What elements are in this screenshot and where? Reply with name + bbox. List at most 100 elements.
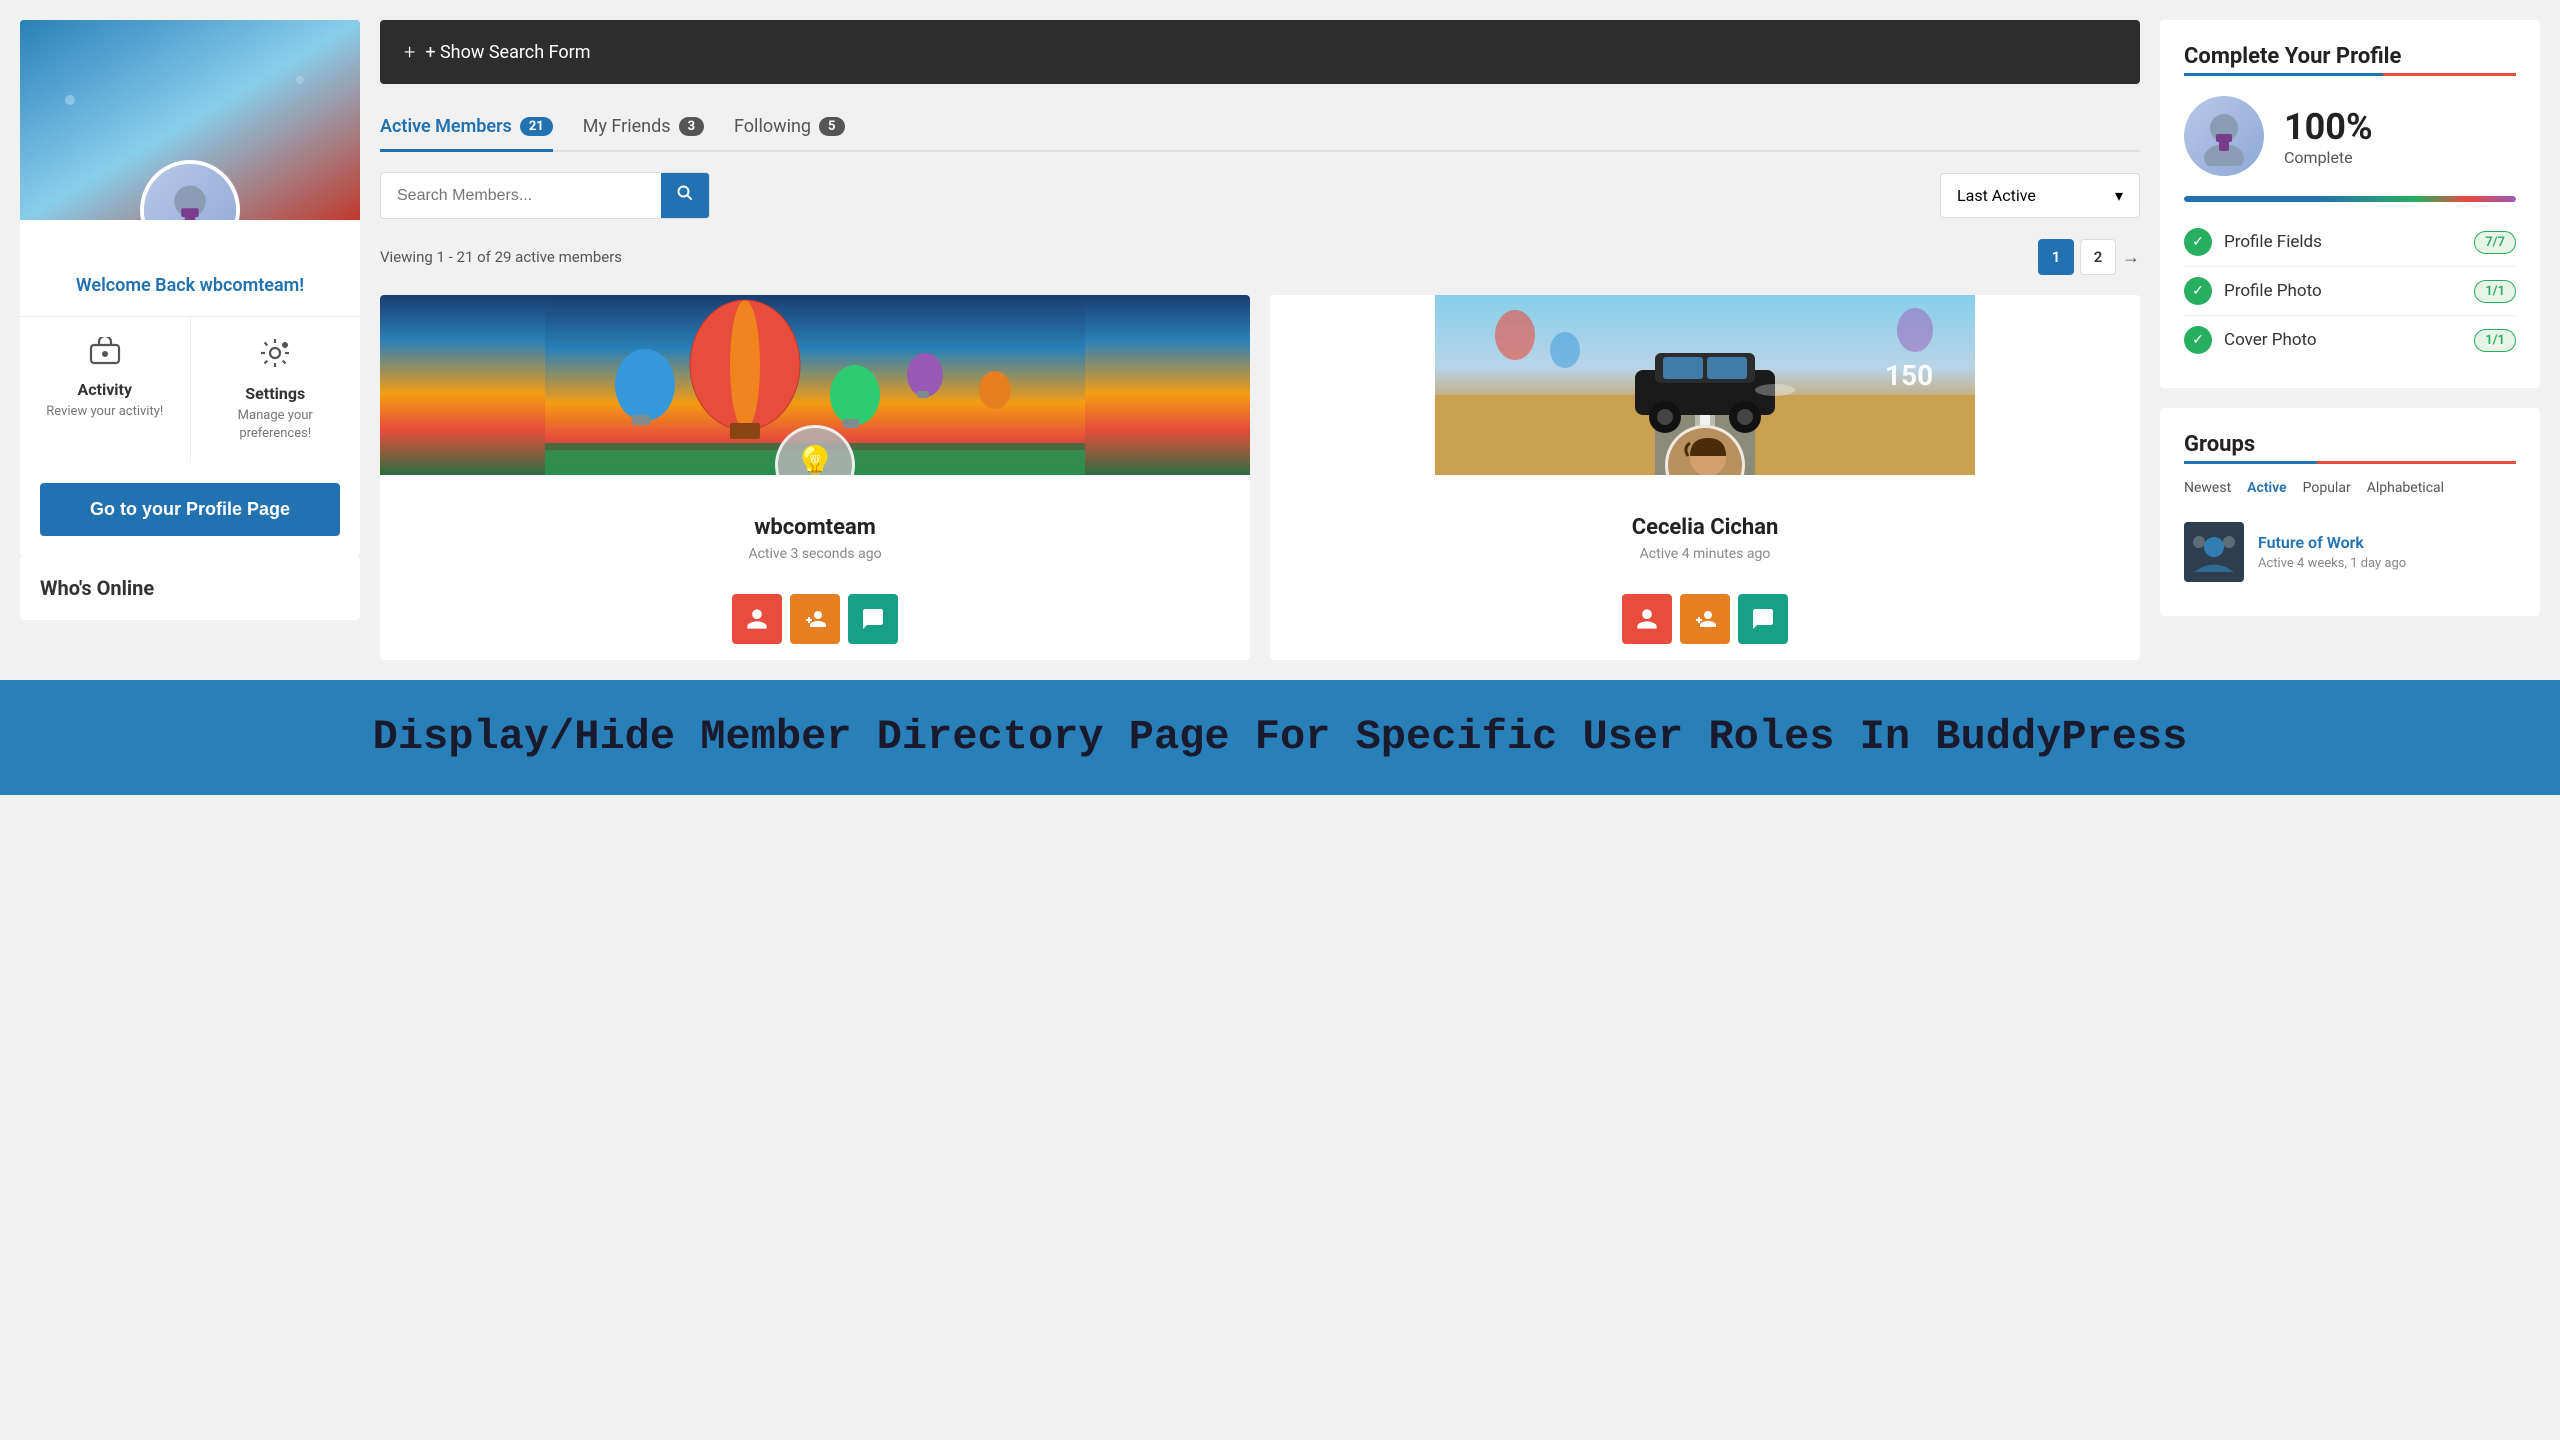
check-icon: ✓ xyxy=(2184,228,2212,256)
search-input[interactable] xyxy=(381,175,661,217)
search-submit-button[interactable] xyxy=(661,173,709,218)
member-avatar xyxy=(1665,425,1745,475)
tab-active-members[interactable]: Active Members 21 xyxy=(380,104,553,152)
avatar xyxy=(140,160,240,220)
profile-photo-item: ✓ Profile Photo 1/1 xyxy=(2184,267,2516,316)
left-sidebar: Welcome Back wbcomteam! Activity Review … xyxy=(20,20,360,660)
complete-percent: 100% xyxy=(2284,106,2373,148)
groups-tab-newest[interactable]: Newest xyxy=(2184,480,2231,496)
complete-avatar-row: 100% Complete xyxy=(2184,96,2516,176)
member-card: 💡 wbcomteam Active 3 seconds ago xyxy=(380,295,1250,660)
profile-photo-badge: 1/1 xyxy=(2474,280,2516,303)
next-page-button[interactable]: → xyxy=(2122,247,2140,268)
viewing-row: Viewing 1 - 21 of 29 active members 1 2 … xyxy=(380,239,2140,275)
member-name: wbcomteam xyxy=(396,515,1234,540)
complete-avatar xyxy=(2184,96,2264,176)
whos-online-title: Who's Online xyxy=(40,576,340,600)
check-icon: ✓ xyxy=(2184,277,2212,305)
profile-fields-item: ✓ Profile Fields 7/7 xyxy=(2184,218,2516,267)
members-grid: 💡 wbcomteam Active 3 seconds ago xyxy=(380,295,2140,660)
member-active-time: Active 3 seconds ago xyxy=(396,546,1234,562)
groups-tabs: Newest Active Popular Alphabetical xyxy=(2184,480,2516,496)
activity-icon xyxy=(30,337,180,372)
tab-my-friends[interactable]: My Friends 3 xyxy=(583,104,704,152)
message-button[interactable] xyxy=(1738,594,1788,644)
chevron-down-icon: ▾ xyxy=(2115,186,2123,205)
group-name[interactable]: Future of Work xyxy=(2258,533,2406,552)
tabs-row: Active Members 21 My Friends 3 Following… xyxy=(380,104,2140,152)
members-controls: Last Active ▾ xyxy=(380,172,2140,219)
member-active-time: Active 4 minutes ago xyxy=(1286,546,2124,562)
profile-info: Welcome Back wbcomteam! xyxy=(20,220,360,316)
svg-text:150: 150 xyxy=(1885,359,1933,392)
active-members-badge: 21 xyxy=(520,117,553,136)
section-divider xyxy=(2184,73,2516,76)
progress-bar xyxy=(2184,196,2516,202)
show-search-form-bar[interactable]: + + Show Search Form xyxy=(380,20,2140,84)
group-active-time: Active 4 weeks, 1 day ago xyxy=(2258,556,2406,571)
progress-fill xyxy=(2184,196,2516,202)
complete-label: Complete xyxy=(2284,148,2373,167)
settings-icon xyxy=(201,337,351,376)
page-2-button[interactable]: 2 xyxy=(2080,239,2116,275)
member-card: 150 xyxy=(1270,295,2140,660)
search-members-form xyxy=(380,172,710,219)
banner-text: Display/Hide Member Directory Page For S… xyxy=(40,710,2520,765)
settings-action[interactable]: Settings Manage your preferences! xyxy=(191,317,361,463)
whos-online-section: Who's Online xyxy=(20,556,360,620)
profile-photo-label: Profile Photo xyxy=(2224,281,2322,301)
groups-tab-popular[interactable]: Popular xyxy=(2303,480,2351,496)
profile-cover xyxy=(20,20,360,220)
pagination: 1 2 → xyxy=(2038,239,2140,275)
group-item: Future of Work Active 4 weeks, 1 day ago xyxy=(2184,512,2516,592)
following-badge: 5 xyxy=(819,117,844,136)
profile-page-button[interactable]: Go to your Profile Page xyxy=(40,483,340,536)
welcome-text: Welcome Back wbcomteam! xyxy=(40,275,340,296)
member-avatar-cecelia xyxy=(1665,425,1745,475)
complete-profile-title: Complete Your Profile xyxy=(2184,44,2516,69)
member-info: Cecelia Cichan Active 4 minutes ago xyxy=(1270,475,2140,594)
group-info: Future of Work Active 4 weeks, 1 day ago xyxy=(2258,533,2406,571)
member-actions xyxy=(380,594,1250,660)
group-avatar xyxy=(2184,522,2244,582)
groups-divider xyxy=(2184,461,2516,464)
profile-avatar-wrap xyxy=(140,160,240,220)
groups-section: Groups Newest Active Popular Alphabetica… xyxy=(2160,408,2540,616)
activity-action[interactable]: Activity Review your activity! xyxy=(20,317,191,463)
member-name: Cecelia Cichan xyxy=(1286,515,2124,540)
member-cover-2: 150 xyxy=(1270,295,2140,475)
profile-fields-label: Profile Fields xyxy=(2224,232,2322,252)
member-info: wbcomteam Active 3 seconds ago xyxy=(380,475,1250,594)
cover-photo-badge: 1/1 xyxy=(2474,329,2516,352)
profile-fields-badge: 7/7 xyxy=(2474,231,2516,254)
add-friend-button[interactable] xyxy=(790,594,840,644)
right-sidebar: Complete Your Profile 100% Complete xyxy=(2160,20,2540,660)
profile-card: Welcome Back wbcomteam! Activity Review … xyxy=(20,20,360,556)
check-icon: ✓ xyxy=(2184,326,2212,354)
message-button[interactable] xyxy=(848,594,898,644)
groups-tab-active[interactable]: Active xyxy=(2247,480,2286,496)
viewing-text: Viewing 1 - 21 of 29 active members xyxy=(380,248,622,266)
tab-following[interactable]: Following 5 xyxy=(734,104,844,152)
groups-title: Groups xyxy=(2184,432,2516,457)
complete-profile-section: Complete Your Profile 100% Complete xyxy=(2160,20,2540,388)
view-profile-button[interactable] xyxy=(1622,594,1672,644)
sort-dropdown[interactable]: Last Active ▾ xyxy=(1940,173,2140,218)
sort-label: Last Active xyxy=(1957,186,2036,205)
plus-icon: + xyxy=(404,40,415,64)
main-content: + + Show Search Form Active Members 21 M… xyxy=(380,20,2140,660)
member-cover-1: 💡 xyxy=(380,295,1250,475)
groups-tab-alphabetical[interactable]: Alphabetical xyxy=(2367,480,2444,496)
view-profile-button[interactable] xyxy=(732,594,782,644)
member-actions xyxy=(1270,594,2140,660)
profile-actions: Activity Review your activity! Settings … xyxy=(20,316,360,463)
cover-photo-item: ✓ Cover Photo 1/1 xyxy=(2184,316,2516,364)
member-avatar-wbcomteam: 💡 xyxy=(775,425,855,475)
member-avatar: 💡 xyxy=(775,425,855,475)
cover-photo-label: Cover Photo xyxy=(2224,330,2317,350)
my-friends-badge: 3 xyxy=(679,117,704,136)
search-form-label: + Show Search Form xyxy=(425,42,590,63)
bottom-banner: Display/Hide Member Directory Page For S… xyxy=(0,680,2560,795)
page-1-button[interactable]: 1 xyxy=(2038,239,2074,275)
add-friend-button[interactable] xyxy=(1680,594,1730,644)
